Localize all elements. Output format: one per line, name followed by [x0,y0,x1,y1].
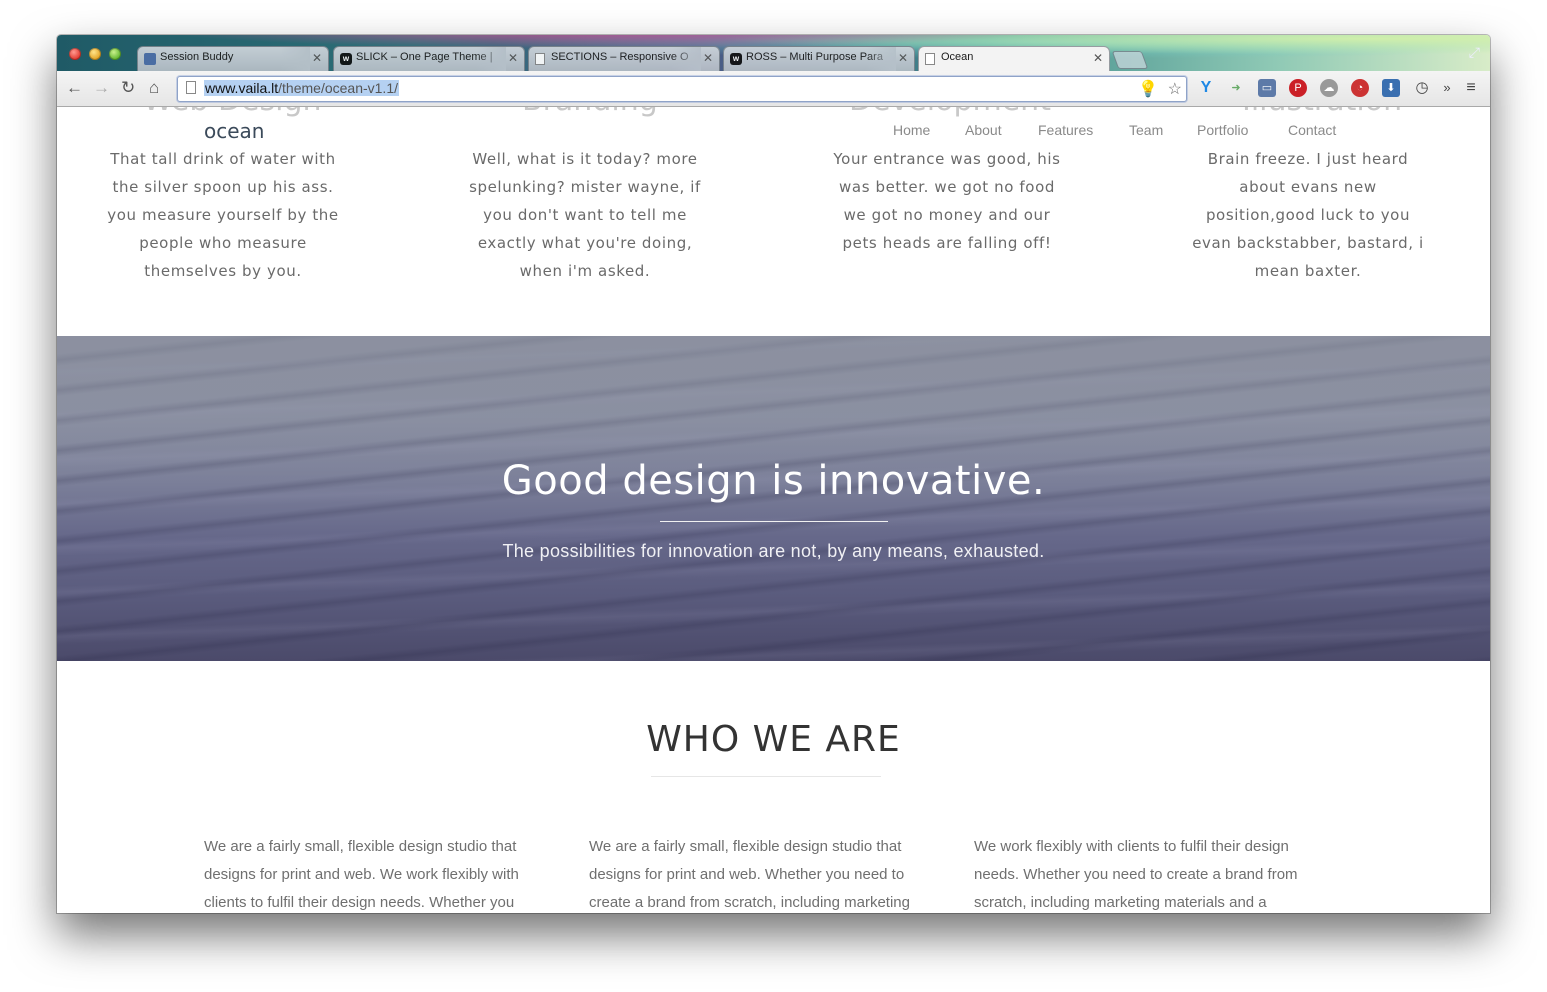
home-icon[interactable]: ⌂ [149,79,159,97]
tab-ocean[interactable]: Ocean ✕ [918,46,1110,71]
reload-icon[interactable]: ↻ [121,79,135,97]
back-icon[interactable]: ← [66,79,83,97]
lightbulb-icon[interactable]: 💡 [1138,79,1158,99]
about-column: We are a fairly small, flexible design s… [204,838,519,911]
cloud-extension-icon[interactable]: ☁ [1320,79,1338,97]
close-icon[interactable]: ✕ [1093,51,1103,65]
y-extension-icon[interactable]: Y [1197,79,1215,97]
menu-icon[interactable]: ≡ [1462,79,1480,97]
tab-title: Session Buddy [160,51,234,63]
site-logo[interactable]: ocean [204,119,264,143]
zoom-window-button[interactable] [109,48,121,60]
w-icon: w [730,53,742,65]
tab-title: Ocean [941,51,974,63]
new-tab-button[interactable] [1111,51,1149,69]
browser-window: Session Buddy ✕ w SLICK – One Page Theme… [57,35,1490,913]
minimize-window-button[interactable] [89,48,101,60]
close-icon[interactable]: ✕ [312,51,322,65]
fullscreen-icon[interactable]: ⤢ [1469,44,1480,61]
timer-extension-icon[interactable]: ◔ [1351,79,1369,97]
tab-title: SECTIONS – Responsive O [551,51,689,63]
about-column: We are a fairly small, flexible design s… [589,838,910,911]
page-icon [186,81,196,94]
tab-sections[interactable]: SECTIONS – Responsive O ✕ [528,46,720,71]
section-title: WHO WE ARE [646,719,901,760]
nav-item-about[interactable]: About [965,122,1002,138]
service-text: Your entrance was good, his was better. … [833,150,1061,252]
close-window-button[interactable] [69,48,81,60]
service-text: Brain freeze. I just heard about evans n… [1192,150,1424,280]
tab-title: SLICK – One Page Theme | [356,51,493,63]
nav-item-home[interactable]: Home [893,122,930,138]
service-text: That tall drink of water with the silver… [107,150,339,280]
star-icon[interactable]: ☆ [1168,79,1182,99]
w-icon: w [340,53,352,65]
pinterest-icon[interactable]: P [1289,79,1307,97]
hero-divider [660,521,888,522]
nav-item-contact[interactable]: Contact [1288,122,1336,138]
about-column: We work flexibly with clients to fulfil … [974,838,1298,911]
share-extension-icon[interactable]: ➜ [1227,79,1245,97]
session-buddy-icon [144,53,156,65]
hero-title: Good design is innovative. [501,458,1046,504]
forward-icon[interactable]: → [93,79,110,97]
nav-item-features[interactable]: Features [1038,122,1093,138]
tab-title: ROSS – Multi Purpose Para [746,51,883,63]
hero-subtitle: The possibilities for innovation are not… [502,541,1045,561]
hero-banner: Good design is innovative. The possibili… [57,336,1490,661]
nav-item-portfolio[interactable]: Portfolio [1197,122,1248,138]
tab-ross[interactable]: w ROSS – Multi Purpose Para ✕ [723,46,915,71]
overflow-chevron-icon[interactable]: » [1438,79,1456,97]
browser-toolbar: ← → ↻ ⌂ www.vaila.lt/theme/ocean-v1.1/ 💡… [57,71,1490,107]
close-icon[interactable]: ✕ [898,51,908,65]
service-text: Well, what is it today? more spelunking?… [469,150,701,280]
close-icon[interactable]: ✕ [508,51,518,65]
tab-strip: Session Buddy ✕ w SLICK – One Page Theme… [57,35,1490,71]
clock-icon[interactable]: ◷ [1413,79,1431,97]
tab-session-buddy[interactable]: Session Buddy ✕ [137,46,329,71]
section-divider [651,776,881,777]
page-viewport: Web Design Branding Development Illustra… [57,107,1490,913]
close-icon[interactable]: ✕ [703,51,713,65]
download-icon[interactable]: ⬇ [1382,79,1400,97]
address-bar[interactable]: www.vaila.lt/theme/ocean-v1.1/ 💡 ☆ [177,76,1187,102]
page-icon [925,53,935,65]
page-icon [535,53,545,65]
nav-item-team[interactable]: Team [1129,122,1163,138]
session-buddy-extension-icon[interactable]: ▭ [1258,79,1276,97]
url-text[interactable]: www.vaila.lt/theme/ocean-v1.1/ [204,80,399,96]
tab-slick[interactable]: w SLICK – One Page Theme | ✕ [333,46,525,71]
